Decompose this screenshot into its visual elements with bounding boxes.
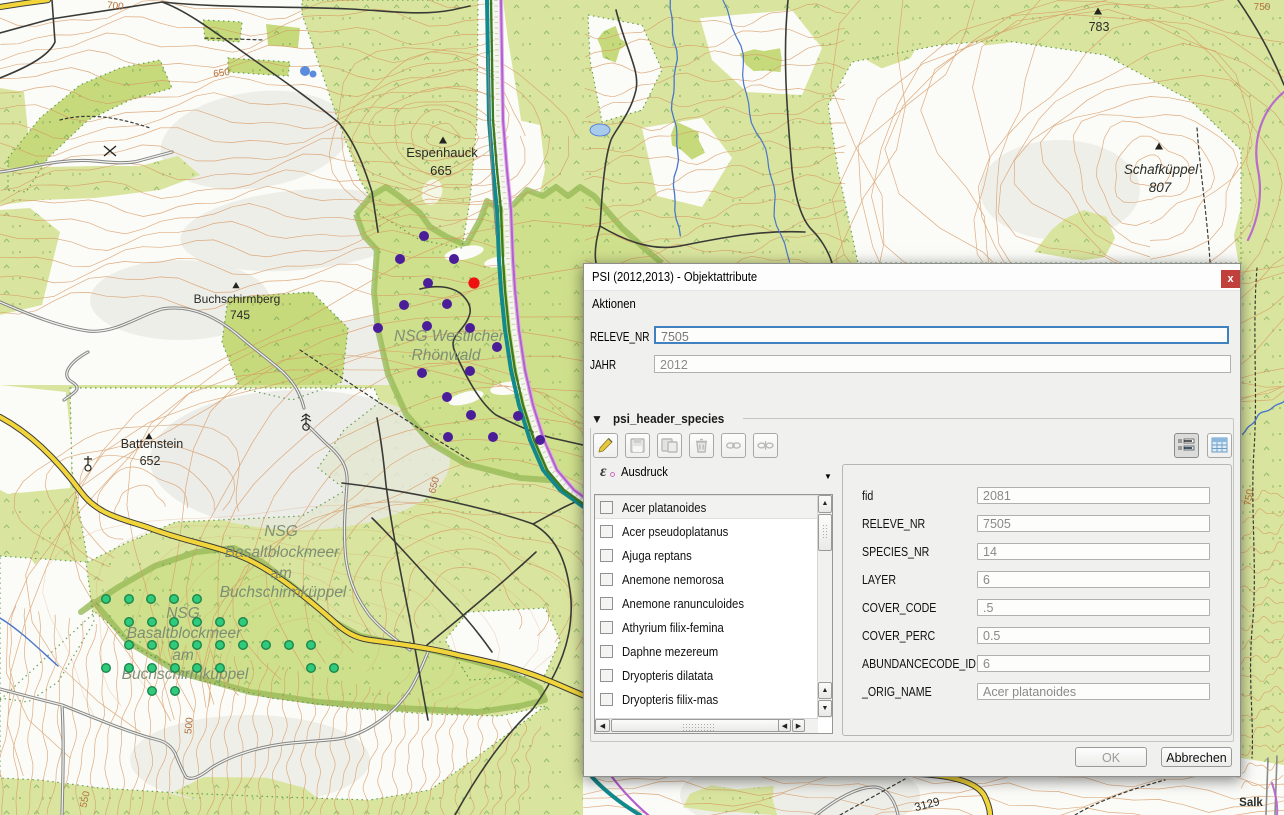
svg-text:NSG Westlicher: NSG Westlicher <box>394 328 505 345</box>
svg-text:Schafküppel: Schafküppel <box>1124 162 1199 177</box>
svg-text:Buchschirmküppel: Buchschirmküppel <box>220 584 347 601</box>
svg-text:745: 745 <box>230 308 250 322</box>
svg-text:Basaltblockmeer: Basaltblockmeer <box>127 625 242 642</box>
svg-text:Buchschirmküppel: Buchschirmküppel <box>122 666 249 683</box>
svg-text:Battenstein: Battenstein <box>121 437 184 451</box>
svg-text:Basaltblockmeer: Basaltblockmeer <box>225 544 340 561</box>
svg-text:Rhönwald: Rhönwald <box>412 347 482 364</box>
svg-text:Salk: Salk <box>1239 797 1263 809</box>
svg-text:Buchschirmberg: Buchschirmberg <box>194 292 281 306</box>
svg-text:Espenhauck: Espenhauck <box>406 145 478 160</box>
svg-text:783: 783 <box>1089 20 1110 34</box>
svg-text:807: 807 <box>1149 180 1172 195</box>
svg-text:652: 652 <box>140 454 161 468</box>
svg-text:500: 500 <box>183 717 195 735</box>
svg-text:am: am <box>270 565 292 582</box>
svg-text:750: 750 <box>1254 2 1271 13</box>
svg-text:665: 665 <box>430 163 452 178</box>
svg-text:700: 700 <box>106 0 124 13</box>
svg-text:NSG: NSG <box>264 523 298 540</box>
